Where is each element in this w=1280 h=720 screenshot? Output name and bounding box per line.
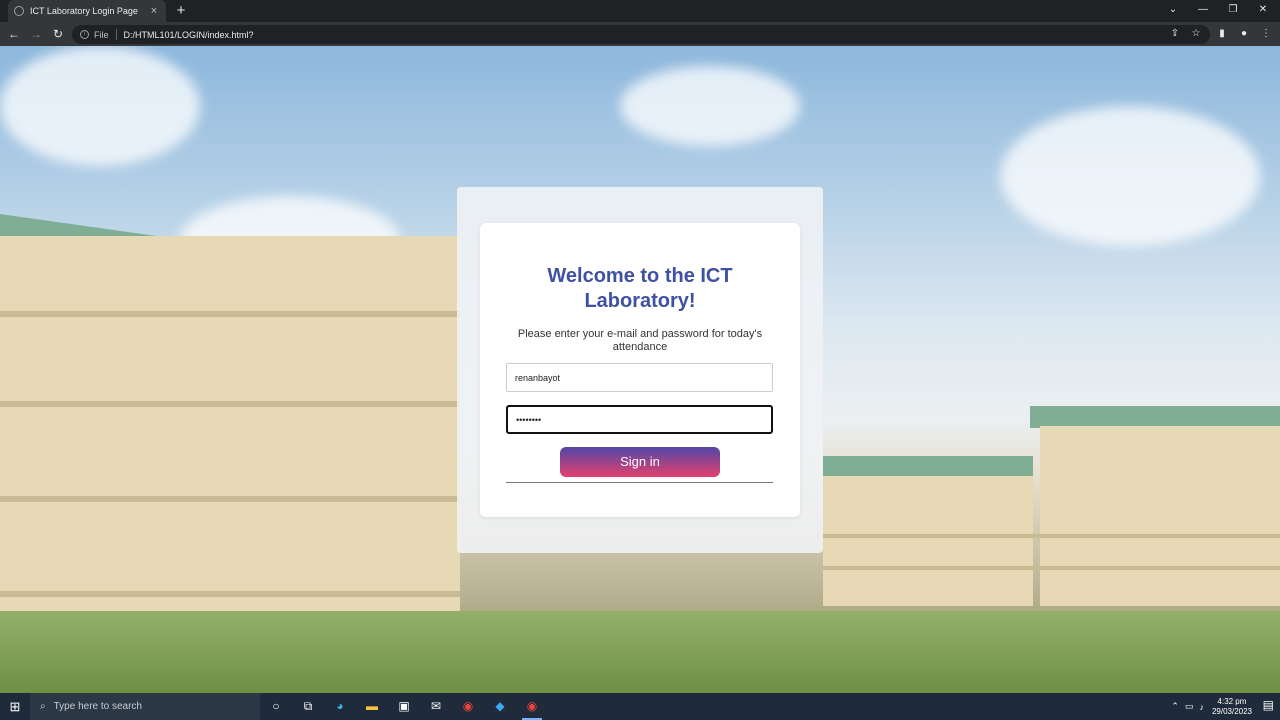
clock-date: 29/03/2023: [1211, 706, 1252, 716]
file-explorer-icon[interactable]: ▬: [356, 693, 388, 720]
address-bar[interactable]: i File D:/HTML101/LOGIN/index.html?: [72, 25, 1210, 44]
new-tab-button[interactable]: +: [174, 2, 188, 20]
chrome-active-icon[interactable]: ◉: [516, 693, 548, 720]
browser-tab[interactable]: ICT Laboratory Login Page ×: [8, 0, 166, 22]
vscode-icon[interactable]: ◆: [484, 693, 516, 720]
taskbar-search[interactable]: ⌕ Type here to search: [30, 693, 260, 720]
password-input[interactable]: ••••••••: [506, 405, 773, 434]
floor-line: [0, 401, 460, 407]
right-building: [1040, 426, 1280, 606]
volume-icon[interactable]: ♪: [1199, 702, 1204, 712]
search-icon: ⌕: [40, 701, 46, 712]
share-icon[interactable]: ⇪: [1165, 24, 1185, 44]
tab-search-icon[interactable]: ⌄: [1158, 0, 1188, 22]
close-tab-icon[interactable]: ×: [148, 5, 160, 17]
network-icon[interactable]: ▭: [1185, 701, 1194, 712]
divider: [506, 482, 773, 483]
windows-start-icon[interactable]: ⊞: [0, 693, 30, 720]
page-title: Welcome to the ICT Laboratory!: [547, 265, 733, 312]
middle-building: [823, 476, 1033, 606]
cloud: [620, 66, 800, 146]
restore-icon[interactable]: ❐: [1218, 0, 1248, 22]
clock-time: 4:32 pm: [1217, 696, 1247, 706]
floor-line: [0, 591, 460, 597]
left-building: [0, 236, 460, 646]
right-building-roof: [1030, 406, 1280, 428]
sign-in-button[interactable]: Sign in: [560, 447, 720, 477]
close-window-icon[interactable]: ✕: [1248, 0, 1278, 22]
minimize-icon[interactable]: —: [1188, 0, 1218, 22]
search-placeholder: Type here to search: [53, 701, 142, 712]
back-icon[interactable]: ←: [3, 23, 25, 45]
cortana-icon[interactable]: ○: [260, 693, 292, 720]
clock[interactable]: 4:32 pm 29/03/2023: [1212, 697, 1252, 717]
email-input[interactable]: renanbayot: [506, 363, 773, 392]
system-tray: ⌃ ▭ ♪ 4:32 pm 29/03/2023: [1171, 693, 1252, 720]
page-background: Welcome to the ICT Laboratory! Please en…: [0, 46, 1280, 693]
lawn: [0, 611, 1280, 693]
page-subtitle: Please enter your e-mail and password fo…: [517, 328, 763, 353]
floor-line: [0, 311, 460, 317]
tab-title: ICT Laboratory Login Page: [30, 6, 138, 16]
info-icon[interactable]: i: [80, 30, 89, 39]
cloud: [1000, 106, 1260, 246]
task-view-icon[interactable]: ⧉: [292, 693, 324, 720]
divider: [115, 29, 117, 40]
mail-icon[interactable]: ✉: [420, 693, 452, 720]
url-text[interactable]: D:/HTML101/LOGIN/index.html?: [124, 30, 254, 40]
chrome-icon[interactable]: ◉: [452, 693, 484, 720]
login-card: Welcome to the ICT Laboratory! Please en…: [480, 223, 800, 517]
globe-icon: [14, 6, 24, 16]
forward-icon[interactable]: →: [25, 23, 47, 45]
security-label: File: [94, 29, 109, 40]
store-icon[interactable]: ▣: [388, 693, 420, 720]
floor-line: [0, 496, 460, 502]
edge-icon[interactable]: ◕: [324, 693, 356, 720]
profile-icon[interactable]: ●: [1234, 24, 1254, 44]
reload-icon[interactable]: ↻: [47, 23, 69, 45]
floor-line: [823, 566, 1280, 570]
tab-strip: ICT Laboratory Login Page × + ⌄ — ❐ ✕: [0, 0, 1280, 22]
side-panel-icon[interactable]: ▮: [1212, 24, 1232, 44]
bookmark-star-icon[interactable]: ☆: [1186, 24, 1206, 44]
login-panel: Welcome to the ICT Laboratory! Please en…: [457, 187, 823, 553]
floor-line: [823, 534, 1280, 538]
menu-kebab-icon[interactable]: ⋮: [1256, 24, 1276, 44]
cloud: [0, 46, 200, 166]
tray-chevron-icon[interactable]: ⌃: [1171, 701, 1179, 712]
taskbar: ⊞ ⌕ Type here to search ○ ⧉ ◕ ▬ ▣ ✉ ◉ ◆ …: [0, 693, 1280, 720]
middle-building-roof: [823, 456, 1033, 478]
notification-icon[interactable]: ▤: [1263, 698, 1274, 712]
